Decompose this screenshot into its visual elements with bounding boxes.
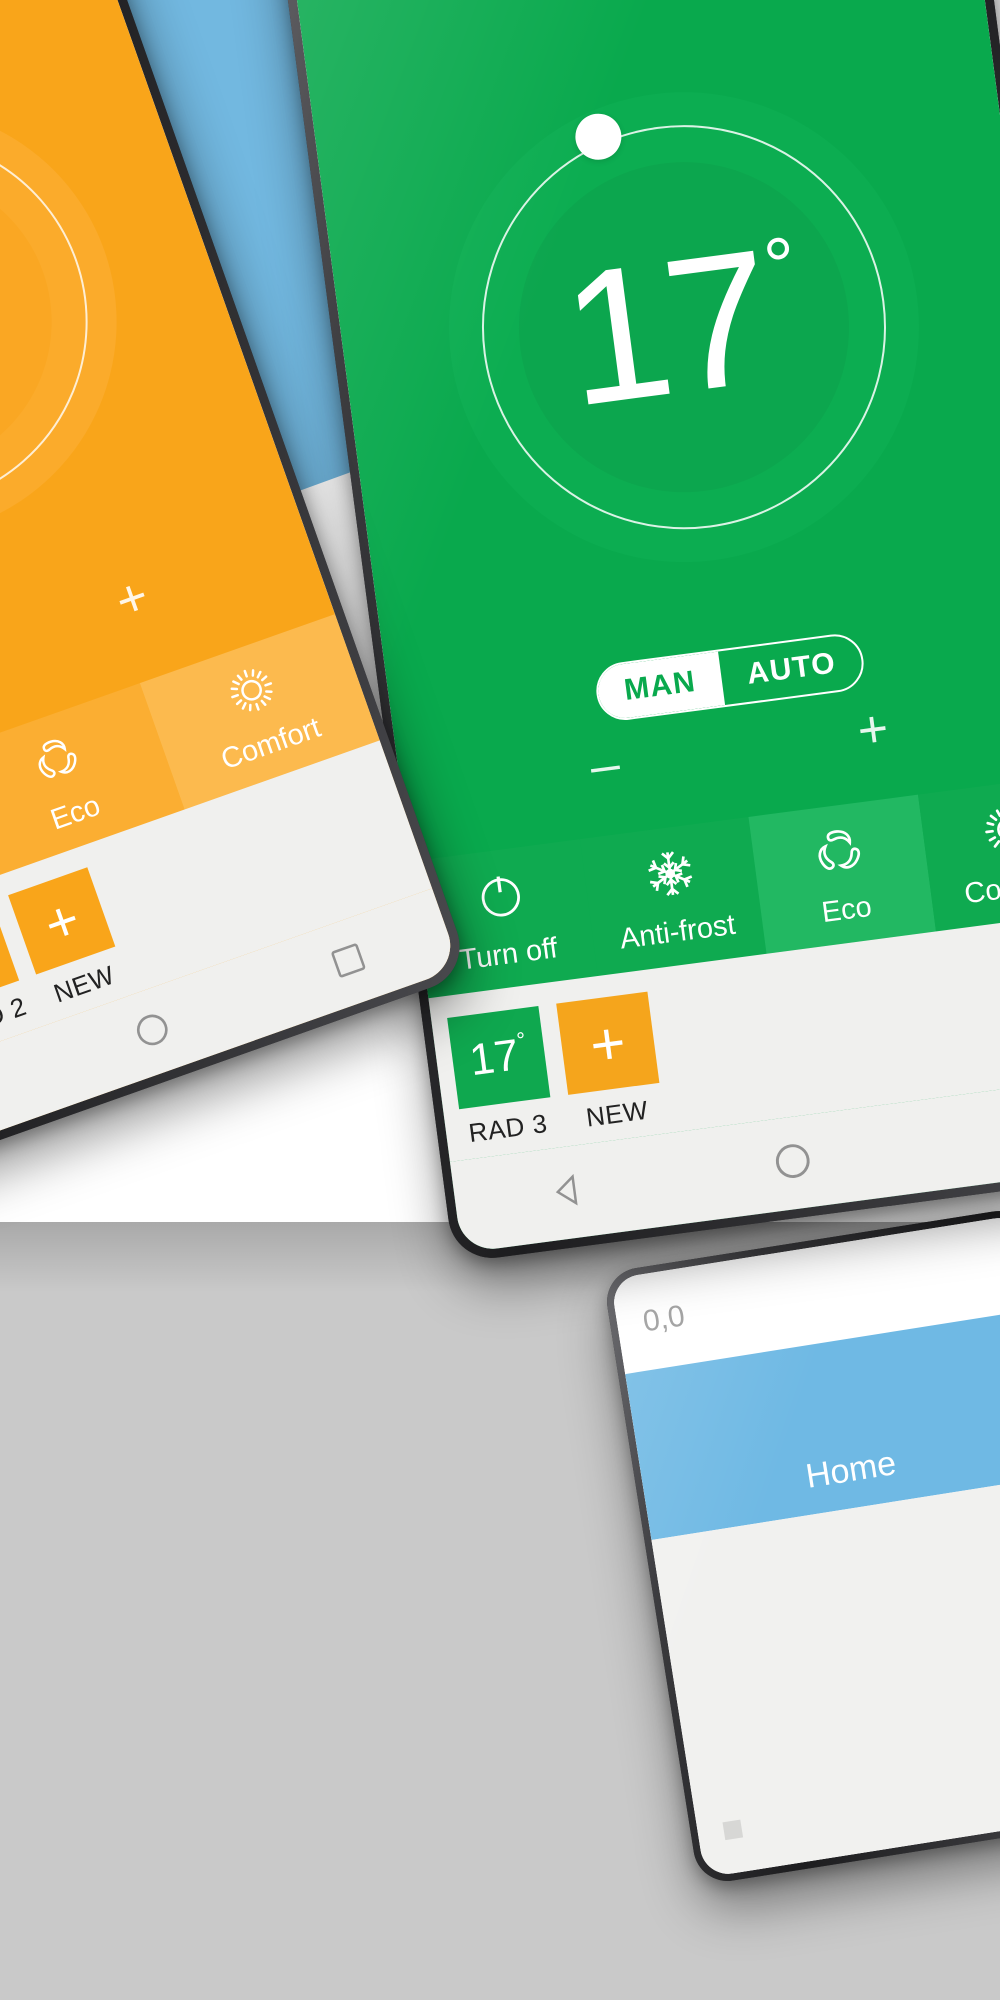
- plus-icon: +: [35, 885, 88, 957]
- snowflake-icon: [639, 842, 702, 910]
- room-tile-new-orange[interactable]: + NEW: [8, 867, 129, 1013]
- scene: 0,0 Home 17 ° MAN AUTO – + Turn off Anti…: [0, 0, 1000, 2000]
- leaf-recycle-icon: [808, 820, 871, 888]
- plus-icon: +: [586, 1007, 630, 1079]
- temperature-readout: 17 °: [551, 210, 813, 447]
- temperature-value: 17: [551, 210, 782, 447]
- power-icon: [469, 865, 532, 933]
- small-content: [651, 1474, 1000, 1878]
- mode-button-eco[interactable]: Eco: [748, 794, 936, 954]
- recents-square-icon[interactable]: [996, 1107, 1000, 1159]
- mode-button-anti-frost[interactable]: Anti-frost: [579, 816, 767, 977]
- sun-icon: [977, 798, 1000, 866]
- mode-label-eco-orange: Eco: [46, 789, 105, 837]
- home-circle-icon[interactable]: [768, 1136, 818, 1190]
- mode-label-turn-off: Turn off: [457, 932, 560, 977]
- mode-label-comfort: Comfort: [962, 865, 1000, 911]
- sun-icon: [219, 657, 287, 728]
- room-tile-swatch[interactable]: 17 °: [447, 1005, 551, 1110]
- room-temperature: 17 °: [466, 1027, 531, 1086]
- recents-square-icon[interactable]: [324, 936, 374, 989]
- room-tile-rad3[interactable]: 17 ° RAD 3: [447, 1005, 556, 1150]
- toggle-option-auto[interactable]: AUTO: [718, 633, 865, 705]
- add-room-swatch[interactable]: +: [556, 991, 660, 1095]
- toggle-option-man[interactable]: MAN: [595, 651, 725, 722]
- room-temp-value: 17: [466, 1030, 522, 1086]
- temperature-increase-button[interactable]: +: [854, 699, 892, 760]
- mode-label-eco: Eco: [819, 890, 874, 930]
- add-room-swatch-orange[interactable]: +: [8, 867, 116, 975]
- small-dot-marker: [722, 1819, 744, 1841]
- room-label: RAD 3: [466, 1107, 550, 1149]
- temperature-decrease-button[interactable]: –: [587, 735, 623, 796]
- leaf-recycle-icon: [23, 726, 91, 797]
- room-tile-new[interactable]: + NEW: [556, 991, 665, 1136]
- add-room-label: NEW: [584, 1094, 650, 1133]
- back-triangle-icon[interactable]: [545, 1168, 591, 1218]
- mode-label-anti-frost: Anti-frost: [618, 908, 738, 956]
- room-temp-degree: °: [515, 1027, 528, 1054]
- temperature-increase-button-orange[interactable]: +: [108, 567, 156, 632]
- home-circle-icon[interactable]: [127, 1004, 180, 1060]
